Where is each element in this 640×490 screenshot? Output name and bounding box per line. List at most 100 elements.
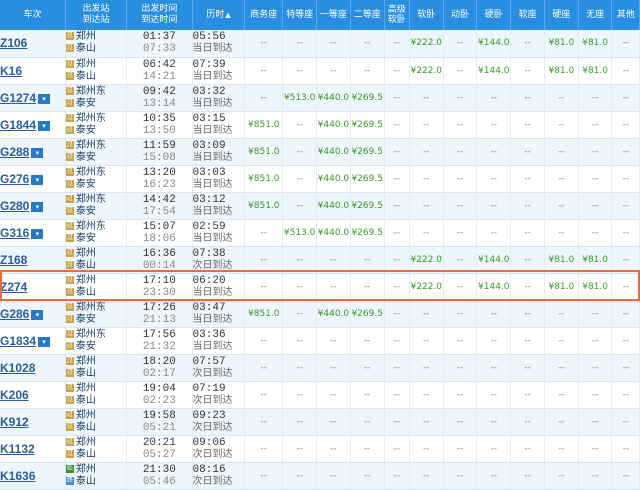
train-number-link[interactable]: G1834	[0, 334, 36, 348]
table-row[interactable]: G276 ▾ 过郑州东过泰安 13:20 16:23 03:03 当日到达 ¥851.0 -- ¥…	[0, 165, 640, 193]
departure-station: 郑州东	[75, 112, 106, 124]
stops-dropdown-icon[interactable]: ▾	[31, 175, 44, 185]
table-row[interactable]: Z274 过郑州过泰山 17:10 23:30 06:20 当日到达 -- -- -- -- -- ¥…	[0, 273, 640, 301]
table-row[interactable]: G280 ▾ 过郑州东过泰安 14:42 17:54 03:12 当日到达 ¥851.0 -- ¥…	[0, 192, 640, 220]
seat-price-cell: --	[316, 354, 351, 382]
table-row[interactable]: G316 ▾ 过郑州东过泰安 15:07 18:06 02:59 当日到达 -- ¥513.0 ¥…	[0, 219, 640, 247]
arrival-note: 当日到达	[192, 340, 233, 352]
seat-price-cell: --	[578, 381, 613, 409]
table-row[interactable]: K912 过郑州过泰山 19:58 05:21 09:23 次日到达 -- -- -- -- -- -…	[0, 408, 640, 436]
arrival-station-badge-icon: 过	[65, 449, 74, 458]
seat-price-cell: --	[611, 300, 640, 328]
table-row[interactable]: G1834 ▾ 过郑州东过泰安 17:56 21:32 03:36 当日到达 -- -- -- --…	[0, 327, 640, 355]
col-header-train[interactable]: 车次	[0, 0, 66, 30]
train-number-link[interactable]: Z106	[0, 36, 27, 50]
seat-price-cell: --	[316, 246, 351, 274]
seat-price-cell: ¥513.0	[282, 219, 318, 247]
stops-dropdown-icon[interactable]: ▾	[31, 229, 44, 239]
seat-price-cell: --	[578, 462, 613, 490]
seat-price-cell: --	[611, 354, 640, 382]
table-row[interactable]: K16 过郑州过泰山 06:42 14:21 07:39 当日到达 -- -- -- -- -- ¥2…	[0, 57, 640, 85]
arrival-station: 泰山	[75, 70, 96, 82]
train-number-link[interactable]: K912	[0, 415, 29, 429]
train-number-link[interactable]: K16	[0, 64, 22, 78]
table-row[interactable]: G1274 ▾ 过郑州东过泰安 09:42 13:14 03:32 当日到达 -- ¥513.0…	[0, 84, 640, 112]
train-cell: Z168	[0, 246, 66, 274]
col-header-duration[interactable]: 历时▲	[192, 0, 246, 30]
seat-price-cell: --	[282, 138, 318, 166]
stops-dropdown-icon[interactable]: ▾	[38, 121, 51, 131]
train-number-link[interactable]: K1028	[0, 361, 35, 375]
table-row[interactable]: G1844 ▾ 过郑州东过泰安 10:35 13:50 03:15 当日到达 ¥851.0 --…	[0, 111, 640, 139]
train-cell: K16	[0, 57, 66, 85]
train-number-link[interactable]: G316	[0, 226, 29, 240]
train-number-link[interactable]: G276	[0, 172, 29, 186]
table-row[interactable]: K1028 过郑州过泰山 18:20 02:17 07:57 次日到达 -- -- -- -- --…	[0, 354, 640, 382]
seat-price-cell: ¥81.0	[544, 30, 579, 58]
arrival-station-line: 过泰安	[65, 152, 126, 164]
duration-time: 03:32	[192, 85, 226, 98]
seat-price-cell: ¥851.0	[244, 165, 284, 193]
train-number-link[interactable]: G286	[0, 307, 29, 321]
seat-price-cell: --	[578, 219, 613, 247]
departure-station: 郑州东	[75, 166, 106, 178]
train-number-link[interactable]: K1132	[0, 442, 35, 456]
seat-price-cell: ¥222.0	[409, 57, 444, 85]
departure-time: 19:58	[142, 409, 176, 422]
seat-price-cell: --	[476, 192, 512, 220]
table-row[interactable]: K206 过郑州过泰山 19:04 02:23 07:19 次日到达 -- -- -- -- -- -…	[0, 381, 640, 409]
stops-dropdown-icon[interactable]: ▾	[38, 337, 51, 347]
seat-price-cell: --	[578, 165, 613, 193]
duration-cell: 05:56 当日到达	[192, 30, 246, 58]
seat-price-cell: --	[244, 408, 284, 436]
arrival-station-badge-icon: 过	[65, 341, 74, 350]
arrival-station-badge-icon: 过	[65, 44, 74, 53]
departure-station: 郑州东	[75, 193, 106, 205]
seat-price-cell: --	[244, 354, 284, 382]
train-number-link[interactable]: Z168	[0, 253, 27, 267]
train-number-link[interactable]: G288	[0, 145, 29, 159]
train-number-link[interactable]: G280	[0, 199, 29, 213]
table-row[interactable]: G288 ▾ 过郑州东过泰安 11:59 15:08 03:09 当日到达 ¥851.0 -- ¥…	[0, 138, 640, 166]
col-header-seat-1: 特等座	[282, 0, 318, 30]
departure-station: 郑州东	[75, 328, 106, 340]
arrival-time: 02:17	[142, 367, 176, 380]
duration-cell: 03:09 当日到达	[192, 138, 246, 166]
seat-price-cell: --	[282, 111, 318, 139]
col-header-departure-station: 出发站	[82, 4, 110, 14]
train-number-link[interactable]: G1274	[0, 91, 36, 105]
train-number-link[interactable]: K206	[0, 388, 29, 402]
stops-dropdown-icon[interactable]: ▾	[38, 94, 51, 104]
stops-dropdown-icon[interactable]: ▾	[31, 202, 44, 212]
table-row[interactable]: G286 ▾ 过郑州东过泰安 17:26 21:13 03:47 当日到达 ¥851.0 -- ¥…	[0, 300, 640, 328]
table-row[interactable]: Z168 过郑州过泰山 16:36 00:14 07:38 次日到达 -- -- -- -- -- ¥…	[0, 246, 640, 274]
stops-dropdown-icon[interactable]: ▾	[31, 148, 44, 158]
table-row[interactable]: K1132 过郑州过泰山 20:21 05:27 09:06 次日到达 -- -- -- -- --…	[0, 435, 640, 463]
seat-price-cell: --	[544, 300, 579, 328]
seat-price-cell: --	[282, 30, 318, 58]
train-number-link[interactable]: K1636	[0, 469, 35, 483]
stops-dropdown-icon[interactable]: ▾	[31, 310, 44, 320]
stations-cell: 过郑州东过泰安	[65, 84, 128, 112]
table-row[interactable]: Z106 过郑州过泰山 01:37 07:33 05:56 当日到达 -- -- -- -- -- ¥…	[0, 30, 640, 58]
departure-station-badge-icon: 过	[65, 302, 74, 311]
seat-price-cell: --	[544, 462, 579, 490]
arrival-station-line: 过泰山	[65, 70, 126, 83]
seat-price-cell: --	[611, 192, 640, 220]
col-header-times[interactable]: 出发时间 到达时间	[126, 0, 193, 30]
seat-price-cell: --	[510, 165, 545, 193]
departure-station-badge-icon: 过	[65, 356, 74, 365]
col-header-seat-8: 软座	[510, 0, 545, 30]
seat-price-cell: --	[316, 30, 351, 58]
stations-cell: 过郑州过泰山	[65, 246, 128, 274]
arrival-station-line: 过泰山	[65, 449, 126, 461]
train-number-link[interactable]: G1844	[0, 118, 36, 132]
train-number-link[interactable]: Z274	[0, 280, 27, 294]
times-cell: 09:42 13:14	[126, 84, 193, 112]
seat-price-cell: ¥81.0	[544, 273, 579, 301]
table-row[interactable]: K1636 始郑州终泰山 21:30 05:46 08:16 次日到达 -- -- -- -- --…	[0, 462, 640, 490]
seat-price-cell: --	[578, 300, 613, 328]
departure-time: 09:42	[142, 85, 176, 98]
duration-time: 03:47	[192, 301, 226, 314]
col-header-stations[interactable]: 出发站 到达站	[65, 0, 128, 30]
